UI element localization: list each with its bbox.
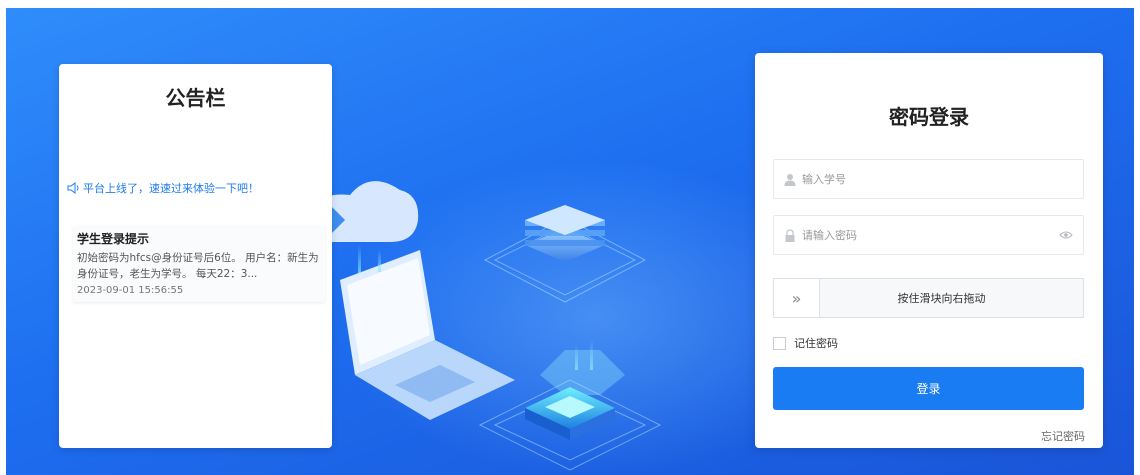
slider-chevron-icon[interactable]: » xyxy=(774,279,820,317)
login-button[interactable]: 登录 xyxy=(773,367,1084,410)
lock-icon xyxy=(785,228,795,242)
speaker-icon xyxy=(67,182,79,194)
slide-verify: » 按住滑块向右拖动 xyxy=(773,278,1084,318)
network-illustration xyxy=(300,181,662,471)
remember-checkbox[interactable] xyxy=(773,336,786,350)
notice-board: 公告栏 平台上线了，速速过来体验一下吧！ 学生登录提示 初始密码为hfcs@身份… xyxy=(59,64,332,448)
forgot-password-link[interactable]: 忘记密码 xyxy=(1041,428,1085,444)
notice-item-title[interactable]: 学生登录提示 xyxy=(77,230,321,247)
marquee-text: 平台上线了，速速过来体验一下吧！ xyxy=(83,182,259,195)
login-title: 密码登录 xyxy=(889,105,969,129)
notice-list-item[interactable]: 学生登录提示 初始密码为hfcs@身份证号后6位。 用户名：新生为身份证号，老生… xyxy=(73,226,325,302)
chip-shape xyxy=(525,387,615,440)
slider-hint: 按住滑块向右拖动 xyxy=(897,292,986,305)
notice-title: 公告栏 xyxy=(165,86,226,110)
laptop-shape xyxy=(340,250,515,420)
student-id-input[interactable] xyxy=(802,172,1073,186)
login-card: 密码登录 » 按住滑块向右拖动 记住密码 登录 忘记密码 xyxy=(755,53,1103,448)
username-field xyxy=(773,159,1084,199)
user-icon xyxy=(784,173,796,186)
eye-icon[interactable] xyxy=(1059,230,1073,240)
remember-password[interactable]: 记住密码 xyxy=(773,335,838,351)
announcement-marquee: 平台上线了，速速过来体验一下吧！ xyxy=(67,180,259,196)
password-input[interactable] xyxy=(802,228,1059,242)
remember-label: 记住密码 xyxy=(794,337,838,350)
server-stack xyxy=(525,205,605,262)
password-field xyxy=(773,215,1084,255)
notice-item-date: 2023-09-01 15:56:55 xyxy=(77,285,184,296)
notice-item-body: 初始密码为hfcs@身份证号后6位。 用户名：新生为身份证号，老生为学号。 每天… xyxy=(77,252,319,280)
